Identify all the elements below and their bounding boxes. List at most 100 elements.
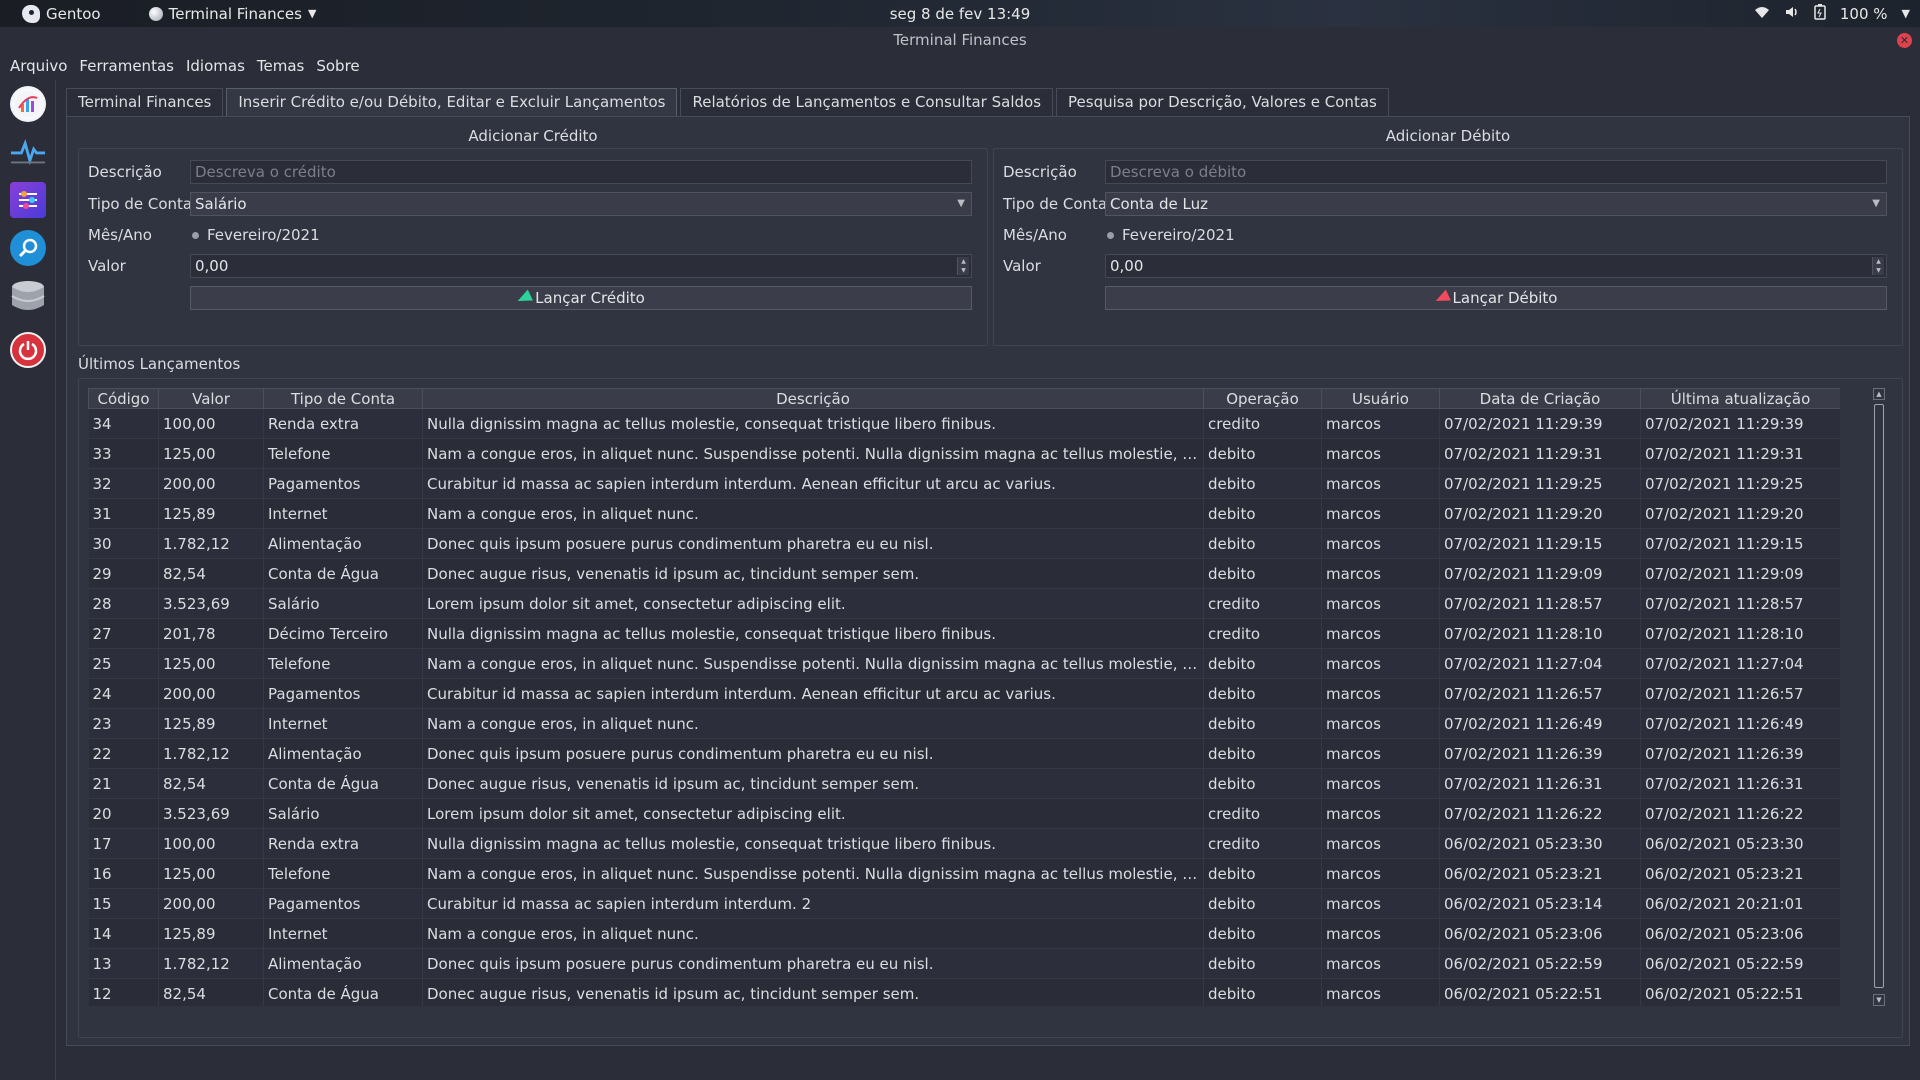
system-top-bar: Gentoo Terminal Finances ▼ seg 8 de fev …	[0, 0, 1920, 27]
table-cell: debito	[1203, 738, 1322, 769]
table-cell: Nulla dignissim magna ac tellus molestie…	[422, 408, 1204, 439]
table-row[interactable]: 14 125,89 Internet Nam a congue eros, in al…	[88, 918, 1840, 949]
credit-month-value: Fevereiro/2021	[207, 226, 320, 244]
table-cell: debito	[1203, 498, 1322, 529]
column-header[interactable]: Operação	[1203, 388, 1322, 409]
table-cell: 07/02/2021 11:26:31	[1439, 768, 1641, 799]
credit-value-input[interactable]: 0,00 ▲ ▼	[190, 254, 972, 278]
column-header[interactable]: Valor	[158, 388, 264, 409]
table-cell: Nulla dignissim magna ac tellus molestie…	[422, 828, 1204, 859]
value-spinner[interactable]: ▲ ▼	[957, 257, 969, 275]
table-cell: marcos	[1321, 558, 1440, 589]
table-row[interactable]: 29 82,54 Conta de Água Donec augue risus, v…	[88, 558, 1840, 589]
table-row[interactable]: 16 125,00 Telefone Nam a congue eros, in al…	[88, 858, 1840, 889]
menu-arquivo[interactable]: Arquivo	[4, 55, 73, 77]
column-header[interactable]: Última atualização	[1640, 388, 1840, 409]
table-cell: marcos	[1321, 858, 1440, 889]
launch-credit-button[interactable]: Lançar Crédito	[190, 286, 972, 310]
clock[interactable]: seg 8 de fev 13:49	[890, 5, 1031, 23]
credit-group-title: Adicionar Crédito	[468, 127, 598, 145]
table-cell: 07/02/2021 11:29:09	[1640, 558, 1840, 589]
table-cell: Salário	[263, 588, 423, 619]
menu-idiomas[interactable]: Idiomas	[180, 55, 251, 77]
table-cell: 24	[88, 678, 159, 709]
table-row[interactable]: 22 1.782,12 Alimentação Donec quis ipsum po…	[88, 738, 1840, 769]
column-header[interactable]: Data de Criação	[1439, 388, 1641, 409]
launch-debit-button[interactable]: Lançar Débito	[1105, 286, 1887, 310]
table-row[interactable]: 23 125,89 Internet Nam a congue eros, in al…	[88, 708, 1840, 739]
table-row[interactable]: 27 201,78 Décimo Terceiro Nulla dignissim m…	[88, 618, 1840, 649]
main-tabs: Terminal Finances Inserir Crédito e/ou D…	[66, 88, 1392, 116]
table-cell: Curabitur id massa ac sapien interdum in…	[422, 678, 1204, 709]
table-row[interactable]: 32 200,00 Pagamentos Curabitur id massa ac …	[88, 468, 1840, 499]
value-spinner[interactable]: ▲ ▼	[1872, 257, 1884, 275]
table-row[interactable]: 34 100,00 Renda extra Nulla dignissim magna…	[88, 408, 1840, 439]
scrollbar-thumb[interactable]	[1874, 404, 1884, 988]
table-cell: 07/02/2021 11:26:39	[1640, 738, 1840, 769]
volume-icon	[1784, 5, 1800, 23]
column-header[interactable]: Tipo de Conta	[263, 388, 423, 409]
debit-month-picker[interactable]: Fevereiro/2021	[1107, 226, 1235, 244]
settings-sliders-icon[interactable]	[10, 182, 46, 218]
table-cell: 12	[88, 978, 159, 1006]
table-cell: Pagamentos	[263, 888, 423, 919]
menu-temas[interactable]: Temas	[251, 55, 310, 77]
database-icon[interactable]	[10, 278, 46, 314]
table-cell: marcos	[1321, 798, 1440, 829]
table-cell: debito	[1203, 948, 1322, 979]
credit-description-input[interactable]: Descreva o crédito	[190, 160, 972, 184]
column-header[interactable]: Descrição	[422, 388, 1204, 409]
table-row[interactable]: 28 3.523,69 Salário Lorem ipsum dolor sit a…	[88, 588, 1840, 619]
scroll-down-icon[interactable]: ▼	[1873, 994, 1885, 1006]
table-cell: 06/02/2021 05:22:59	[1439, 948, 1641, 979]
table-cell: 30	[88, 528, 159, 559]
table-row[interactable]: 24 200,00 Pagamentos Curabitur id massa ac …	[88, 678, 1840, 709]
close-window-button[interactable]: ✕	[1897, 33, 1912, 48]
search-icon[interactable]	[10, 230, 46, 266]
menu-ferramentas[interactable]: Ferramentas	[73, 55, 180, 77]
credit-account-type-label: Tipo de Conta	[88, 195, 193, 213]
debit-value-input[interactable]: 0,00 ▲ ▼	[1105, 254, 1887, 278]
table-cell: 125,89	[158, 708, 264, 739]
credit-month-picker[interactable]: Fevereiro/2021	[192, 226, 320, 244]
table-row[interactable]: 25 125,00 Telefone Nam a congue eros, in al…	[88, 648, 1840, 679]
power-icon[interactable]	[10, 332, 46, 368]
column-header[interactable]: Usuário	[1321, 388, 1440, 409]
table-cell: 82,54	[158, 978, 264, 1006]
tab-terminal-finances[interactable]: Terminal Finances	[66, 88, 224, 116]
chart-icon[interactable]	[10, 86, 46, 122]
system-status-area[interactable]: 100 % ▼	[1754, 0, 1910, 27]
table-cell: debito	[1203, 768, 1322, 799]
table-cell: debito	[1203, 978, 1322, 1006]
table-cell: marcos	[1321, 438, 1440, 469]
activities-button[interactable]: Gentoo	[12, 4, 111, 23]
table-cell: marcos	[1321, 708, 1440, 739]
table-row[interactable]: 33 125,00 Telefone Nam a congue eros, in al…	[88, 438, 1840, 469]
credit-account-type-select[interactable]: Salário ▼	[190, 192, 972, 216]
debit-account-type-select[interactable]: Conta de Luz ▼	[1105, 192, 1887, 216]
table-cell: 1.782,12	[158, 948, 264, 979]
table-row[interactable]: 30 1.782,12 Alimentação Donec quis ipsum po…	[88, 528, 1840, 559]
activity-icon[interactable]	[10, 134, 46, 170]
menu-sobre[interactable]: Sobre	[310, 55, 365, 77]
table-row[interactable]: 17 100,00 Renda extra Nulla dignissim magna…	[88, 828, 1840, 859]
table-cell: 3.523,69	[158, 798, 264, 829]
column-header[interactable]: Código	[88, 388, 159, 409]
table-cell: 07/02/2021 11:29:39	[1640, 408, 1840, 439]
table-scrollbar[interactable]: ▲ ▼	[1873, 388, 1887, 1006]
table-cell: Telefone	[263, 648, 423, 679]
credit-value-label: Valor	[88, 257, 126, 275]
tab-pesquisa[interactable]: Pesquisa por Descrição, Valores e Contas	[1056, 88, 1389, 116]
table-row[interactable]: 13 1.782,12 Alimentação Donec quis ipsum po…	[88, 948, 1840, 979]
table-row[interactable]: 31 125,89 Internet Nam a congue eros, in al…	[88, 498, 1840, 529]
tab-relatorios[interactable]: Relatórios de Lançamentos e Consultar Sa…	[680, 88, 1054, 116]
table-row[interactable]: 21 82,54 Conta de Água Donec augue risus, v…	[88, 768, 1840, 799]
app-menu-button[interactable]: Terminal Finances ▼	[139, 5, 327, 23]
table-row[interactable]: 12 82,54 Conta de Água Donec augue risus, v…	[88, 978, 1840, 1006]
scroll-up-icon[interactable]: ▲	[1873, 388, 1885, 400]
table-cell: 07/02/2021 11:26:39	[1439, 738, 1641, 769]
debit-description-input[interactable]: Descreva o débito	[1105, 160, 1887, 184]
table-row[interactable]: 20 3.523,69 Salário Lorem ipsum dolor sit a…	[88, 798, 1840, 829]
tab-inserir-credito-debito[interactable]: Inserir Crédito e/ou Débito, Editar e Ex…	[226, 88, 678, 116]
table-row[interactable]: 15 200,00 Pagamentos Curabitur id massa ac …	[88, 888, 1840, 919]
